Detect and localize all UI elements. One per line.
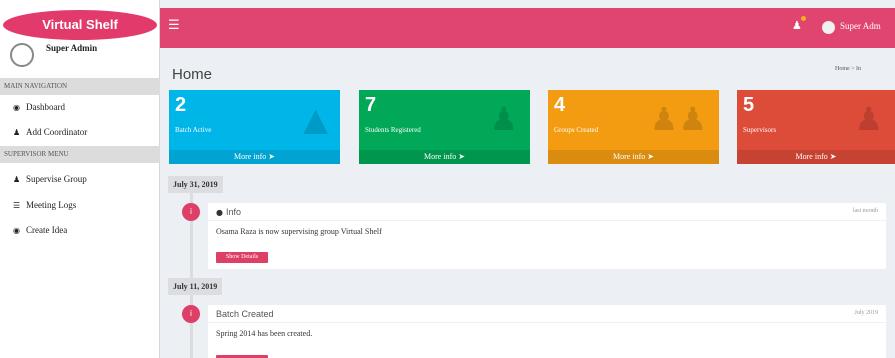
page-title: Home: [172, 66, 213, 83]
stat-label: Supervisors: [743, 126, 777, 134]
avatar[interactable]: [822, 21, 835, 34]
sidebar-item-create-idea[interactable]: ◉ Create Idea: [0, 221, 160, 239]
timeline-title-text: Info: [225, 207, 241, 217]
info-icon: i: [182, 203, 200, 221]
top-navbar: ☰ ♟ Super Adm: [160, 8, 895, 48]
timeline-date-label: July 31, 2019: [168, 176, 223, 193]
timeline-item-header: Batch Created July 2019: [208, 305, 886, 323]
more-info-label: More info: [424, 152, 457, 161]
stat-box-supervisors: 5 Supervisors ♟ More info ➤: [737, 90, 895, 164]
arrow-circle-icon: ➤: [458, 152, 465, 161]
nav-header-main: MAIN NAVIGATION: [0, 78, 160, 95]
more-info-label: More info: [234, 152, 267, 161]
stat-label: Students Registered: [365, 126, 421, 134]
more-info-link[interactable]: More info ➤: [737, 150, 895, 164]
timeline-item-time: July 2019: [854, 310, 878, 316]
sidebar-item-add-coordinator[interactable]: ♟ Add Coordinator: [0, 123, 160, 141]
sidebar-item-label: Dashboard: [26, 102, 65, 112]
avatar: [10, 43, 34, 67]
sidebar-item-label: Create Idea: [26, 225, 68, 235]
timeline-item-title: Batch Created: [216, 309, 274, 319]
arrow-circle-icon: ➤: [268, 152, 275, 161]
nav-header-supervisor: SUPERVISOR MENU: [0, 146, 160, 163]
timeline-item: Batch Created July 2019 Spring 2014 has …: [208, 305, 886, 358]
stat-label: Batch Active: [175, 126, 212, 134]
stat-label: Groups Created: [554, 126, 599, 134]
arrow-circle-icon: ➤: [829, 152, 837, 161]
timeline-item-body: Spring 2014 has been created.: [216, 329, 313, 338]
more-info-link[interactable]: More info ➤: [548, 150, 719, 164]
info-icon: i: [182, 305, 200, 323]
sidebar-item-supervise-group[interactable]: ♟ Supervise Group: [0, 170, 160, 188]
user-panel: Super Admin: [0, 42, 160, 72]
stat-value: 4: [554, 94, 566, 116]
sidebar-item-label: Supervise Group: [26, 174, 87, 184]
timeline-item-title: ● Info: [216, 207, 241, 217]
breadcrumb[interactable]: Home > In: [835, 66, 861, 72]
top-user-name[interactable]: Super Adm: [840, 21, 881, 31]
timeline-item-body: Osama Raza is now supervising group Virt…: [216, 227, 382, 236]
stat-box-groups: 4 Groups Created ♟♟ More info ➤: [548, 90, 719, 164]
dashboard-icon: ◉: [13, 103, 20, 112]
users-icon: ♟: [13, 175, 21, 184]
arrow-circle-icon: ➤: [647, 152, 654, 161]
list-icon: ☰: [13, 201, 21, 210]
notification-badge: [801, 16, 806, 21]
stat-box-students: 7 Students Registered ♟ More info ➤: [359, 90, 530, 164]
more-info-label: More info: [795, 152, 828, 161]
more-info-link[interactable]: More info ➤: [359, 150, 530, 164]
user-plus-icon: ♟: [489, 100, 518, 138]
sidebar-item-label: Add Coordinator: [26, 127, 88, 137]
user-name: Super Admin: [46, 43, 98, 53]
user-icon: ♟: [854, 100, 883, 138]
timeline-item-time: last month: [852, 208, 878, 214]
sidebar-item-dashboard[interactable]: ◉ Dashboard: [0, 98, 160, 116]
sidebar: Virtual Shelf Super Admin MAIN NAVIGATIO…: [0, 0, 160, 358]
timeline-item-header: ● Info last month: [208, 203, 886, 221]
sidebar-item-label: Meeting Logs: [26, 200, 77, 210]
timeline-date-label: July 11, 2019: [168, 278, 223, 295]
stat-value: 7: [365, 94, 377, 116]
timeline-item: ● Info last month Osama Raza is now super…: [208, 203, 886, 269]
bell-icon[interactable]: ♟: [792, 19, 802, 32]
show-details-button[interactable]: Show Details: [216, 252, 268, 263]
stat-value: 2: [175, 94, 187, 116]
lightbulb-icon: ◉: [13, 226, 20, 235]
stat-value: 5: [743, 94, 755, 116]
users-icon: ♟♟: [649, 100, 707, 138]
sidebar-item-meeting-logs[interactable]: ☰ Meeting Logs: [0, 196, 160, 214]
hamburger-icon[interactable]: ☰: [168, 18, 180, 33]
stat-box-batch: 2 Batch Active ▲ More info ➤: [169, 90, 340, 164]
users-icon: ♟: [13, 128, 21, 137]
more-info-label: More info: [613, 152, 646, 161]
more-info-link[interactable]: More info ➤: [169, 150, 340, 164]
brand-logo[interactable]: Virtual Shelf: [3, 10, 157, 40]
graduation-cap-icon: ▲: [303, 100, 328, 138]
info-circle-icon: ●: [216, 208, 223, 217]
